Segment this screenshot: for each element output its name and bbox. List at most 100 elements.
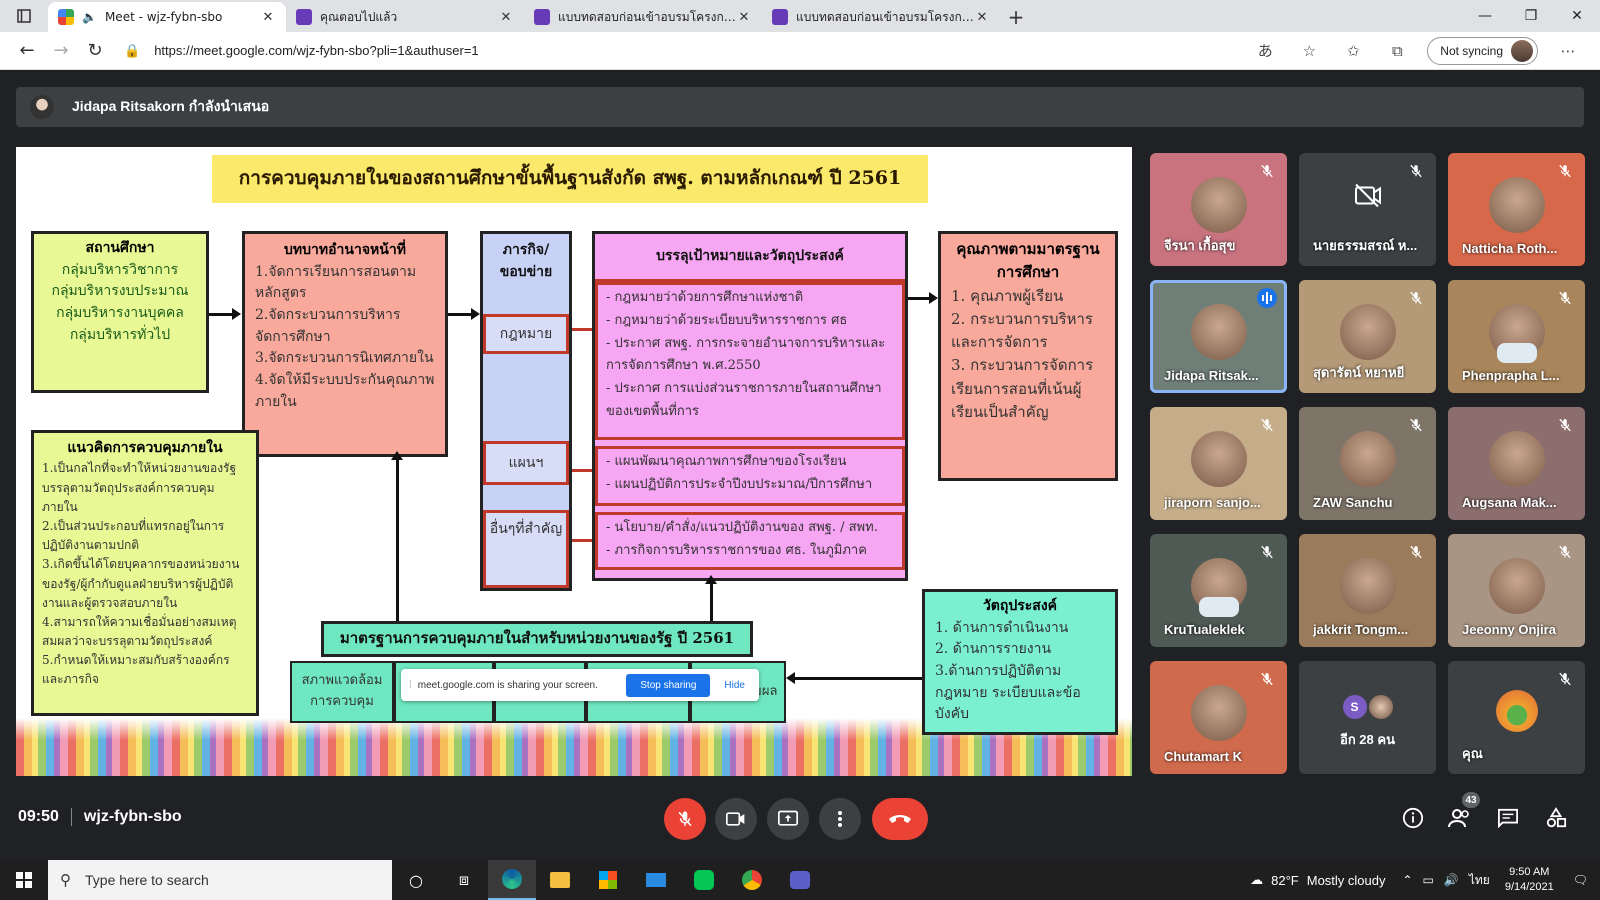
browser-tab-form-3[interactable]: แบบทดสอบก่อนเข้าอบรมโครงการ "อบ ✕ — [762, 2, 1000, 32]
more-participants-tile[interactable]: S อีก 28 คน — [1299, 661, 1436, 774]
camera-toggle-button[interactable] — [715, 798, 757, 840]
favorites-icon[interactable]: ✩ — [1331, 42, 1375, 60]
collections-icon[interactable]: ⧉ — [1375, 42, 1419, 60]
concept-heading: แนวคิดการควบคุมภายใน — [67, 440, 223, 456]
arrow-role-mission — [448, 308, 480, 320]
tab-actions-icon[interactable] — [0, 0, 48, 32]
mail-icon[interactable] — [632, 860, 680, 900]
participant-tile[interactable]: jiraporn sanjo... — [1150, 407, 1287, 520]
back-button[interactable]: ← — [10, 36, 44, 66]
taskbar-clock[interactable]: 9:50 AM 9/14/2021 — [1505, 865, 1554, 896]
line-app-icon[interactable] — [680, 860, 728, 900]
tab-title: Meet - wjz-fybn-sbo — [104, 10, 223, 24]
close-tab-icon[interactable]: ✕ — [736, 10, 752, 25]
profile-sync-button[interactable]: Not syncing — [1427, 36, 1538, 65]
close-tab-icon[interactable]: ✕ — [260, 10, 276, 25]
participant-tile[interactable]: Natticha Roth... — [1448, 153, 1585, 266]
tab-title: แบบทดสอบก่อนเข้าอบรมโครงการ "อบ — [558, 9, 736, 24]
forward-button[interactable]: → — [44, 36, 78, 66]
people-button[interactable]: 43 — [1442, 792, 1480, 836]
chevron-up-icon[interactable]: ⌃ — [1402, 873, 1412, 887]
meeting-details-button[interactable] — [1395, 800, 1431, 836]
tab-title: คุณตอบไปแล้ว — [320, 9, 398, 24]
read-aloud-icon[interactable]: あ — [1243, 40, 1287, 61]
participant-tile[interactable]: สุดารัตน์ หยาหยี — [1299, 280, 1436, 393]
role-item: 1.จัดการเรียนการสอนตามหลักสูตร — [255, 263, 417, 302]
more-options-button[interactable] — [819, 798, 861, 840]
self-tile[interactable]: คุณ — [1448, 661, 1585, 774]
present-screen-button[interactable] — [767, 798, 809, 840]
participant-name: สุดารัตน์ หยาหยี — [1313, 365, 1405, 380]
close-tab-icon[interactable]: ✕ — [974, 10, 990, 25]
participant-video — [1339, 303, 1396, 360]
participant-tile[interactable]: ZAW Sanchu — [1299, 407, 1436, 520]
arrow-objective-components — [786, 672, 922, 684]
activities-button[interactable] — [1538, 800, 1574, 836]
start-button[interactable] — [0, 860, 48, 900]
clock-date: 9/14/2021 — [1504, 881, 1554, 893]
participant-name: jiraporn sanjo... — [1164, 495, 1261, 510]
close-tab-icon[interactable]: ✕ — [498, 10, 514, 25]
browser-tab-meet[interactable]: 🔈 Meet - wjz-fybn-sbo ✕ — [48, 2, 286, 32]
mic-muted-icon — [1555, 669, 1575, 689]
stop-sharing-button[interactable]: Stop sharing — [626, 673, 711, 697]
edge-browser-icon[interactable] — [488, 860, 536, 900]
network-icon[interactable]: ▭ — [1423, 873, 1434, 887]
notifications-icon[interactable]: 🗨 — [1573, 873, 1588, 887]
minimize-icon[interactable]: — — [1462, 0, 1508, 32]
others-avatars: S — [1342, 695, 1393, 719]
participant-tile[interactable]: KruTualeklek — [1150, 534, 1287, 647]
browser-tab-form-2[interactable]: แบบทดสอบก่อนเข้าอบรมโครงการ "อบ ✕ — [524, 2, 762, 32]
standard-box: มาตรฐานการควบคุมภายในสำหรับหน่วยงานของรั… — [321, 621, 753, 657]
chat-button[interactable] — [1490, 800, 1526, 836]
speaker-icon[interactable]: 🔈 — [82, 10, 97, 24]
participant-tile[interactable]: Chutamart K — [1150, 661, 1287, 774]
role-box: บทบาทอำนาจหน้าที่ 1.จัดการเรียนการสอนตาม… — [242, 231, 448, 457]
weather-widget[interactable]: ☁ 82°F Mostly cloudy — [1250, 872, 1385, 888]
participant-tile[interactable]: Augsana Mak... — [1448, 407, 1585, 520]
shared-screen-slide: การควบคุมภายในของสถานศึกษาขั้นพื้นฐานสัง… — [16, 147, 1132, 776]
participant-tile[interactable]: Phenprapha L... — [1448, 280, 1585, 393]
camera-off-icon — [1354, 183, 1382, 214]
participant-tile[interactable]: Jidapa Ritsak... — [1150, 280, 1287, 393]
add-favorite-icon[interactable]: ☆ — [1287, 42, 1331, 60]
arrow-standard-role — [391, 451, 403, 621]
hide-banner-button[interactable]: Hide — [724, 680, 745, 691]
teams-icon[interactable] — [776, 860, 824, 900]
goals-plan-group: - แผนพัฒนาคุณภาพการศึกษาของโรงเรียน - แผ… — [595, 446, 905, 506]
school-item: กลุ่มบริหารทั่วไป — [69, 326, 171, 343]
browser-tab-form-1[interactable]: คุณตอบไปแล้ว ✕ — [286, 2, 524, 32]
task-view-icon[interactable]: ⧈ — [440, 860, 488, 900]
volume-icon[interactable]: 🔊 — [1444, 873, 1459, 887]
forms-favicon-icon — [296, 9, 312, 25]
concept-item: 4.สามารถให้ความเชื่อมั่นอย่างสมเหตุสมผลว… — [42, 614, 237, 649]
leave-call-button[interactable] — [872, 798, 928, 840]
drag-handle-icon[interactable]: ⁞ — [409, 680, 412, 691]
participant-tile[interactable]: jakkrit Tongm... — [1299, 534, 1436, 647]
people-icon — [1448, 809, 1469, 828]
chrome-icon[interactable] — [728, 860, 776, 900]
lock-icon[interactable]: 🔒 — [124, 43, 140, 59]
file-explorer-icon[interactable] — [536, 860, 584, 900]
mic-toggle-button[interactable] — [664, 798, 706, 840]
url-field[interactable]: 🔒 https://meet.google.com/wjz-fybn-sbo?p… — [112, 36, 1243, 66]
mission-law: กฎหมาย — [483, 314, 569, 354]
participant-tile[interactable]: นายธรรมสรณ์ ห... — [1299, 153, 1436, 266]
participant-tile[interactable]: จีรนา เกื้อสุข — [1150, 153, 1287, 266]
refresh-button[interactable]: ↻ — [78, 36, 112, 66]
connector-plan — [572, 469, 592, 472]
objective-box: วัตถุประสงค์ 1. ด้านการดำเนินงาน 2. ด้าน… — [922, 589, 1118, 735]
microsoft-store-icon[interactable] — [584, 860, 632, 900]
concept-item: 3.เกิดขึ้นได้โดยบุคลากรของหน่วยงานของรัฐ… — [42, 557, 240, 610]
participant-tile[interactable]: Jeeonny Onjira — [1448, 534, 1585, 647]
more-menu-icon[interactable]: ⋯ — [1546, 42, 1590, 60]
role-item: 3.จัดกระบวนการนิเทศภายใน — [255, 350, 434, 367]
taskbar-search-box[interactable]: ⚲ Type here to search — [48, 860, 392, 900]
restore-icon[interactable]: ❐ — [1508, 0, 1554, 32]
cortana-icon[interactable]: ○ — [392, 860, 440, 900]
quality-heading: คุณภาพตามมาตรฐานการศึกษา — [956, 240, 1100, 282]
new-tab-button[interactable]: + — [1000, 2, 1032, 32]
arrow-school-role — [209, 308, 241, 320]
input-language[interactable]: ไทย — [1469, 871, 1490, 890]
close-window-icon[interactable]: ✕ — [1554, 0, 1600, 32]
